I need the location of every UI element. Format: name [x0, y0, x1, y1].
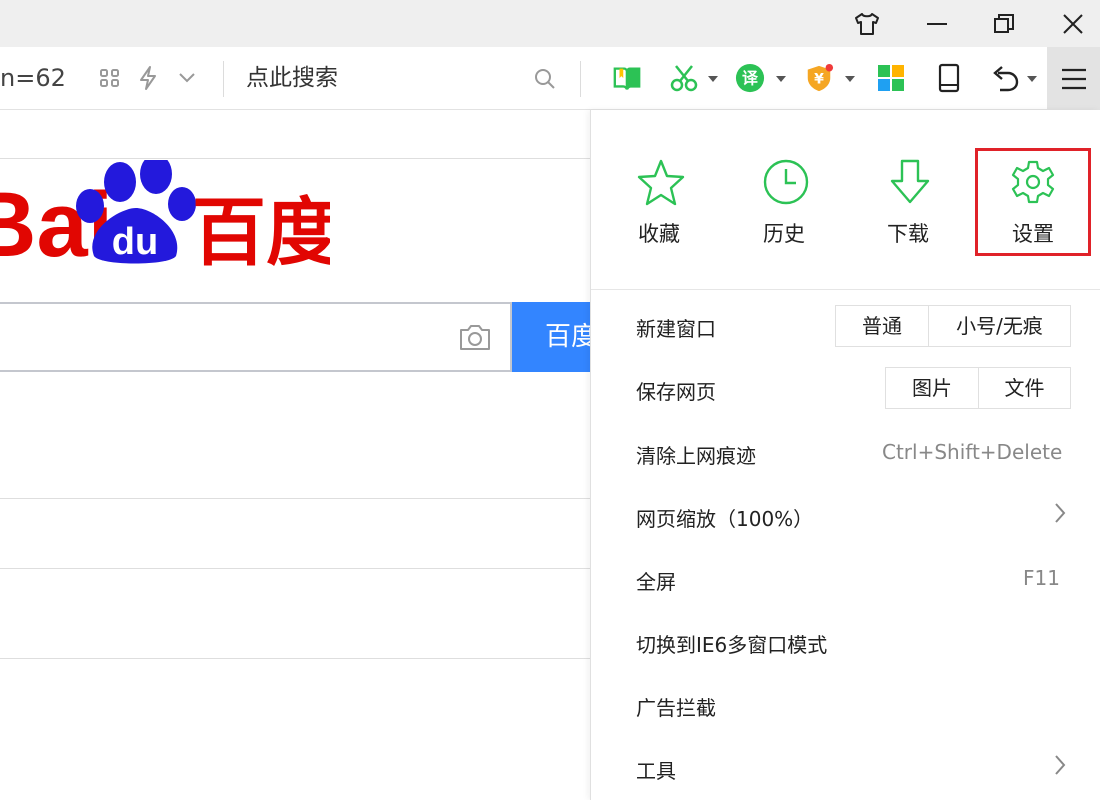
history-button[interactable]: 历史 — [726, 110, 842, 260]
divider — [0, 158, 590, 159]
favorites-label: 收藏 — [638, 222, 680, 246]
hamburger-menu-icon[interactable] — [1047, 47, 1100, 110]
favorites-button[interactable]: 收藏 — [601, 110, 717, 260]
menu-item-zoom[interactable]: 网页缩放（100%） — [636, 503, 813, 532]
clock-icon — [762, 158, 810, 206]
address-bar[interactable]: n=620 — [0, 47, 66, 110]
menu-item-adblock[interactable]: 广告拦截 — [636, 692, 716, 721]
restore-icon[interactable] — [973, 0, 1035, 47]
divider — [0, 658, 590, 659]
search-box[interactable]: 点此搜索 — [224, 47, 580, 110]
apps-icon[interactable] — [876, 63, 906, 93]
menu-item-tools[interactable]: 工具 — [636, 755, 676, 784]
menu-item-fullscreen[interactable]: 全屏 — [636, 566, 676, 595]
chevron-right-icon — [1054, 502, 1066, 528]
title-bar — [0, 0, 1100, 47]
search-input[interactable]: 点此搜索 — [246, 47, 338, 110]
new-window-private-button[interactable]: 小号/无痕 — [928, 306, 1070, 346]
clear-traces-shortcut: Ctrl+Shift+Delete — [882, 440, 1063, 464]
caret-down-icon[interactable] — [1027, 76, 1037, 82]
settings-highlight-box — [975, 148, 1091, 256]
caret-down-icon[interactable] — [708, 76, 718, 82]
browser-menu: 收藏 历史 下载 设置 新建窗口 普通 小号/无痕 保存网页 图片 文件 清除上… — [590, 110, 1100, 800]
chevron-down-icon[interactable] — [172, 63, 202, 93]
translate-icon[interactable]: 译 — [735, 63, 765, 93]
divider — [0, 498, 590, 499]
caret-down-icon[interactable] — [776, 76, 786, 82]
chevron-right-icon — [1054, 754, 1066, 780]
lightning-icon[interactable] — [133, 63, 163, 93]
downloads-label: 下载 — [887, 222, 929, 246]
downloads-button[interactable]: 下载 — [850, 110, 966, 260]
save-page-options: 图片 文件 — [885, 367, 1071, 409]
star-icon — [637, 158, 685, 206]
close-icon[interactable] — [1042, 0, 1100, 47]
scissors-icon[interactable] — [669, 63, 699, 93]
menu-item-ie6-mode[interactable]: 切换到IE6多窗口模式 — [636, 629, 827, 658]
camera-icon[interactable] — [458, 322, 492, 356]
caret-down-icon[interactable] — [845, 76, 855, 82]
menu-item-new-window[interactable]: 新建窗口 — [636, 313, 716, 342]
shield-glyph: ¥ — [814, 72, 824, 88]
baidu-search-input[interactable] — [0, 302, 512, 372]
fullscreen-shortcut: F11 — [1023, 566, 1060, 590]
minimize-icon[interactable] — [906, 0, 968, 47]
translate-glyph: 译 — [742, 69, 759, 88]
notification-dot — [825, 63, 834, 72]
download-arrow-icon — [886, 158, 934, 206]
new-window-normal-button[interactable]: 普通 — [836, 306, 928, 346]
search-icon[interactable] — [530, 64, 560, 94]
tshirt-icon[interactable] — [836, 0, 898, 47]
toolbar: n=620 点此搜索 译 ¥ — [0, 47, 1100, 110]
save-as-image-button[interactable]: 图片 — [886, 368, 978, 408]
baidu-search-button[interactable]: 百度 — [512, 302, 590, 372]
grid-icon[interactable] — [95, 63, 125, 93]
divider — [0, 568, 590, 569]
tablet-icon[interactable] — [934, 63, 964, 93]
logo-du: du — [112, 221, 158, 263]
menu-item-clear-traces[interactable]: 清除上网痕迹 — [636, 440, 756, 469]
new-window-options: 普通 小号/无痕 — [835, 305, 1071, 347]
menu-item-save-page[interactable]: 保存网页 — [636, 376, 716, 405]
baidu-logo[interactable]: Bai du 百度 — [0, 154, 340, 276]
toolbar-divider — [580, 61, 581, 97]
undo-icon[interactable] — [990, 63, 1020, 93]
shield-coin-icon[interactable]: ¥ — [804, 63, 834, 93]
logo-text-cn: 百度 — [192, 190, 330, 270]
menu-divider — [591, 289, 1100, 290]
history-label: 历史 — [763, 222, 805, 246]
book-icon[interactable] — [612, 63, 642, 93]
page-content: Bai du 百度 百度 — [0, 110, 590, 800]
save-as-file-button[interactable]: 文件 — [978, 368, 1070, 408]
